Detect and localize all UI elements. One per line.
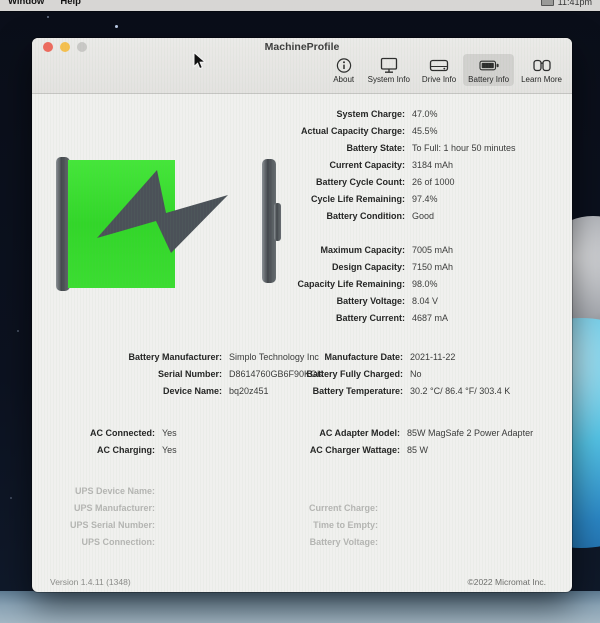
field-value: 45.5% xyxy=(412,126,438,136)
menu-item-window[interactable]: Window xyxy=(8,0,44,7)
field-label: UPS Connection: xyxy=(32,537,155,547)
field-label: Battery Current: xyxy=(32,313,405,323)
battery-terminal-nub xyxy=(274,203,281,241)
battery-right-cap xyxy=(262,159,276,283)
toolbar-item-label: Drive Info xyxy=(422,75,456,84)
toolbar-item-system-info[interactable]: System Info xyxy=(363,54,415,86)
field-label: UPS Manufacturer: xyxy=(32,503,155,513)
wallpaper-haze xyxy=(0,591,600,623)
field-value: 7150 mAh xyxy=(412,262,453,272)
field-row: Manufacture Date: 2021-11-22 xyxy=(300,348,510,365)
ups-section: UPS Device Name: UPS Manufacturer: UPS Ser… xyxy=(32,482,572,550)
field-row: Battery Temperature: 30.2 °C/ 86.4 °F/ 30… xyxy=(300,382,510,399)
window-header[interactable]: MachineProfile About System Info Drive Inf… xyxy=(32,38,572,94)
window-title: MachineProfile xyxy=(32,41,572,53)
field-label: UPS Serial Number: xyxy=(32,520,155,530)
menubar-clock[interactable]: 11:41pm xyxy=(558,0,592,7)
field-label: AC Charging: xyxy=(32,445,155,455)
field-label: AC Adapter Model: xyxy=(280,428,400,438)
menu-bar: Window Help 11:41pm xyxy=(0,0,600,11)
battery-details-section: Battery Manufacturer:Simplo Technology I… xyxy=(32,348,572,399)
toolbar-item-label: Learn More xyxy=(521,75,562,84)
window-footer: Version 1.4.11 (1348) ©2022 Micromat Inc… xyxy=(50,577,546,587)
field-label: Actual Capacity Charge: xyxy=(32,126,405,136)
field-row: Actual Capacity Charge: 45.5% xyxy=(32,122,572,139)
field-row: AC Adapter Model: 85W MagSafe 2 Power Ada… xyxy=(280,424,533,441)
field-label: Battery Voltage: xyxy=(280,537,378,547)
toolbar-item-about[interactable]: About xyxy=(327,54,361,86)
field-label: Time to Empty: xyxy=(280,520,378,530)
ac-right: AC Adapter Model: 85W MagSafe 2 Power Ada… xyxy=(280,424,533,458)
field-label: Current Charge: xyxy=(280,503,378,513)
field-value: 30.2 °C/ 86.4 °F/ 303.4 K xyxy=(410,386,510,396)
field-row: Battery Current: 4687 mA xyxy=(32,309,572,326)
field-value: To Full: 1 hour 50 minutes xyxy=(412,143,516,153)
toolbar-item-label: System Info xyxy=(368,75,410,84)
field-label: Device Name: xyxy=(32,386,222,396)
field-value: 98.0% xyxy=(412,279,438,289)
drive-icon xyxy=(427,57,451,74)
info-icon xyxy=(332,57,356,74)
battery-status-icon[interactable] xyxy=(541,0,554,6)
field-value: 8.04 V xyxy=(412,296,438,306)
field-value: bq20z451 xyxy=(229,386,269,396)
field-value: 47.0% xyxy=(412,109,438,119)
toolbar-item-label: Battery Info xyxy=(468,75,509,84)
ups-right: Current Charge: Time to Empty: Battery Vol… xyxy=(280,499,385,550)
field-label: Battery State: xyxy=(32,143,405,153)
ac-power-section: AC Connected: Yes AC Charging: Yes AC Adapt… xyxy=(32,424,572,458)
field-row: Battery Voltage: xyxy=(280,533,385,550)
toolbar-item-learn-more[interactable]: Learn More xyxy=(516,54,567,86)
toolbar-item-battery-info[interactable]: Battery Info xyxy=(463,54,514,86)
field-label: Battery Temperature: xyxy=(300,386,403,396)
field-label: System Charge: xyxy=(32,109,405,119)
field-value: 3184 mAh xyxy=(412,160,453,170)
toolbar: About System Info Drive Info Battery Info Le… xyxy=(327,54,567,86)
battery-details-right: Manufacture Date: 2021-11-22 Battery Fully… xyxy=(300,348,510,399)
star xyxy=(10,497,12,499)
binoculars-icon xyxy=(530,57,554,74)
field-label: Battery Fully Charged: xyxy=(300,369,403,379)
field-label: UPS Device Name: xyxy=(32,486,155,496)
field-row: Battery Fully Charged: No xyxy=(300,365,510,382)
field-row: AC Charger Wattage: 85 W xyxy=(280,441,533,458)
field-value: 85W MagSafe 2 Power Adapter xyxy=(407,428,533,438)
star xyxy=(17,330,19,332)
display-icon xyxy=(377,57,401,74)
field-row: UPS Device Name: xyxy=(32,482,572,499)
field-value: 85 W xyxy=(407,445,428,455)
field-value: 7005 mAh xyxy=(412,245,453,255)
field-label: Serial Number: xyxy=(32,369,222,379)
field-value: No xyxy=(410,369,422,379)
field-label: Battery Manufacturer: xyxy=(32,352,222,362)
field-value: 2021-11-22 xyxy=(410,352,455,362)
star xyxy=(115,25,118,28)
field-label: Battery Voltage: xyxy=(32,296,405,306)
field-label: AC Charger Wattage: xyxy=(280,445,400,455)
field-label: AC Connected: xyxy=(32,428,155,438)
field-value: 26 of 1000 xyxy=(412,177,455,187)
field-value: 97.4% xyxy=(412,194,438,204)
machineprofile-window: MachineProfile About System Info Drive Inf… xyxy=(32,38,572,592)
battery-icon xyxy=(477,57,501,74)
field-row: System Charge: 47.0% xyxy=(32,105,572,122)
field-value: Yes xyxy=(162,445,177,455)
field-value: Good xyxy=(412,211,434,221)
toolbar-item-label: About xyxy=(333,75,354,84)
battery-charging-graphic xyxy=(53,155,283,295)
version-text: Version 1.4.11 (1348) xyxy=(50,577,131,587)
field-value: 4687 mA xyxy=(412,313,448,323)
field-row: Time to Empty: xyxy=(280,516,385,533)
star xyxy=(47,16,49,18)
field-value: Yes xyxy=(162,428,177,438)
field-row: Battery State: To Full: 1 hour 50 minutes xyxy=(32,139,572,156)
toolbar-item-drive-info[interactable]: Drive Info xyxy=(417,54,461,86)
menu-item-help[interactable]: Help xyxy=(60,0,81,7)
copyright-text: ©2022 Micromat Inc. xyxy=(467,577,546,587)
battery-left-cap xyxy=(56,157,70,291)
mouse-cursor xyxy=(193,52,206,75)
field-row: Current Charge: xyxy=(280,499,385,516)
field-label: Manufacture Date: xyxy=(300,352,403,362)
